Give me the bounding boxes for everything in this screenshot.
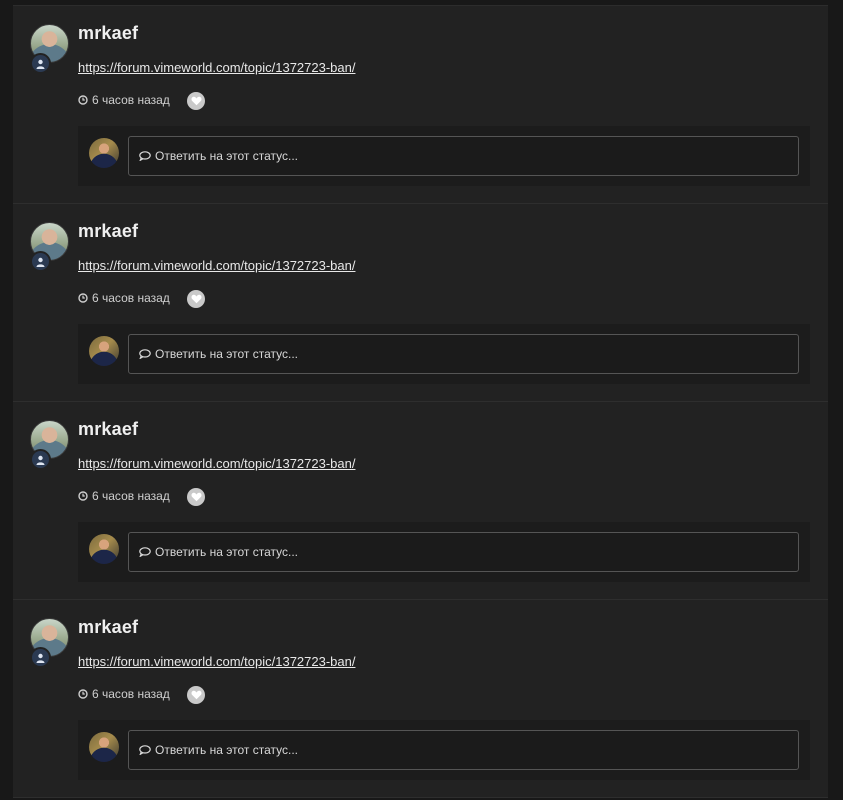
status-item: mrkaef https://forum.vimeworld.com/topic… — [13, 204, 828, 402]
status-meta: 6 часов назад — [78, 687, 170, 701]
heart-icon — [191, 96, 201, 106]
reply-box: Ответить на этот статус... — [78, 324, 810, 384]
clock-icon — [78, 95, 88, 105]
like-button[interactable] — [187, 290, 205, 308]
user-badge — [30, 647, 51, 668]
comment-icon — [139, 547, 151, 557]
author-name[interactable]: mrkaef — [78, 221, 138, 242]
author-avatar[interactable] — [30, 222, 69, 272]
author-name[interactable]: mrkaef — [78, 23, 138, 44]
author-name[interactable]: mrkaef — [78, 419, 138, 440]
current-user-avatar[interactable] — [89, 534, 119, 564]
status-meta: 6 часов назад — [78, 291, 170, 305]
like-button[interactable] — [187, 92, 205, 110]
current-user-avatar[interactable] — [89, 732, 119, 762]
user-icon — [36, 455, 45, 465]
status-timestamp[interactable]: 6 часов назад — [92, 489, 170, 503]
reply-box: Ответить на этот статус... — [78, 522, 810, 582]
clock-icon — [78, 293, 88, 303]
comment-icon — [139, 151, 151, 161]
clock-icon — [78, 491, 88, 501]
status-timestamp[interactable]: 6 часов назад — [92, 291, 170, 305]
status-feed: mrkaef https://forum.vimeworld.com/topic… — [13, 5, 828, 798]
reply-input[interactable]: Ответить на этот статус... — [128, 136, 799, 176]
reply-placeholder: Ответить на этот статус... — [155, 347, 298, 361]
heart-icon — [191, 690, 201, 700]
comment-icon — [139, 745, 151, 755]
reply-box: Ответить на этот статус... — [78, 720, 810, 780]
like-button[interactable] — [187, 488, 205, 506]
reply-input[interactable]: Ответить на этот статус... — [128, 730, 799, 770]
reply-placeholder: Ответить на этот статус... — [155, 545, 298, 559]
heart-icon — [191, 294, 201, 304]
author-name[interactable]: mrkaef — [78, 617, 138, 638]
status-link[interactable]: https://forum.vimeworld.com/topic/137272… — [78, 258, 355, 273]
reply-input[interactable]: Ответить на этот статус... — [128, 532, 799, 572]
user-icon — [36, 653, 45, 663]
status-timestamp[interactable]: 6 часов назад — [92, 93, 170, 107]
current-user-avatar[interactable] — [89, 138, 119, 168]
comment-icon — [139, 349, 151, 359]
author-avatar[interactable] — [30, 420, 69, 470]
clock-icon — [78, 689, 88, 699]
status-link[interactable]: https://forum.vimeworld.com/topic/137272… — [78, 60, 355, 75]
reply-placeholder: Ответить на этот статус... — [155, 149, 298, 163]
heart-icon — [191, 492, 201, 502]
status-feed-page: mrkaef https://forum.vimeworld.com/topic… — [0, 0, 843, 800]
reply-placeholder: Ответить на этот статус... — [155, 743, 298, 757]
status-link[interactable]: https://forum.vimeworld.com/topic/137272… — [78, 654, 355, 669]
status-timestamp[interactable]: 6 часов назад — [92, 687, 170, 701]
status-meta: 6 часов назад — [78, 489, 170, 503]
user-badge — [30, 53, 51, 74]
status-meta: 6 часов назад — [78, 93, 170, 107]
user-badge — [30, 251, 51, 272]
reply-input[interactable]: Ответить на этот статус... — [128, 334, 799, 374]
status-item: mrkaef https://forum.vimeworld.com/topic… — [13, 600, 828, 798]
author-avatar[interactable] — [30, 24, 69, 74]
reply-box: Ответить на этот статус... — [78, 126, 810, 186]
user-badge — [30, 449, 51, 470]
status-item: mrkaef https://forum.vimeworld.com/topic… — [13, 6, 828, 204]
current-user-avatar[interactable] — [89, 336, 119, 366]
status-item: mrkaef https://forum.vimeworld.com/topic… — [13, 402, 828, 600]
like-button[interactable] — [187, 686, 205, 704]
user-icon — [36, 257, 45, 267]
author-avatar[interactable] — [30, 618, 69, 668]
status-link[interactable]: https://forum.vimeworld.com/topic/137272… — [78, 456, 355, 471]
user-icon — [36, 59, 45, 69]
